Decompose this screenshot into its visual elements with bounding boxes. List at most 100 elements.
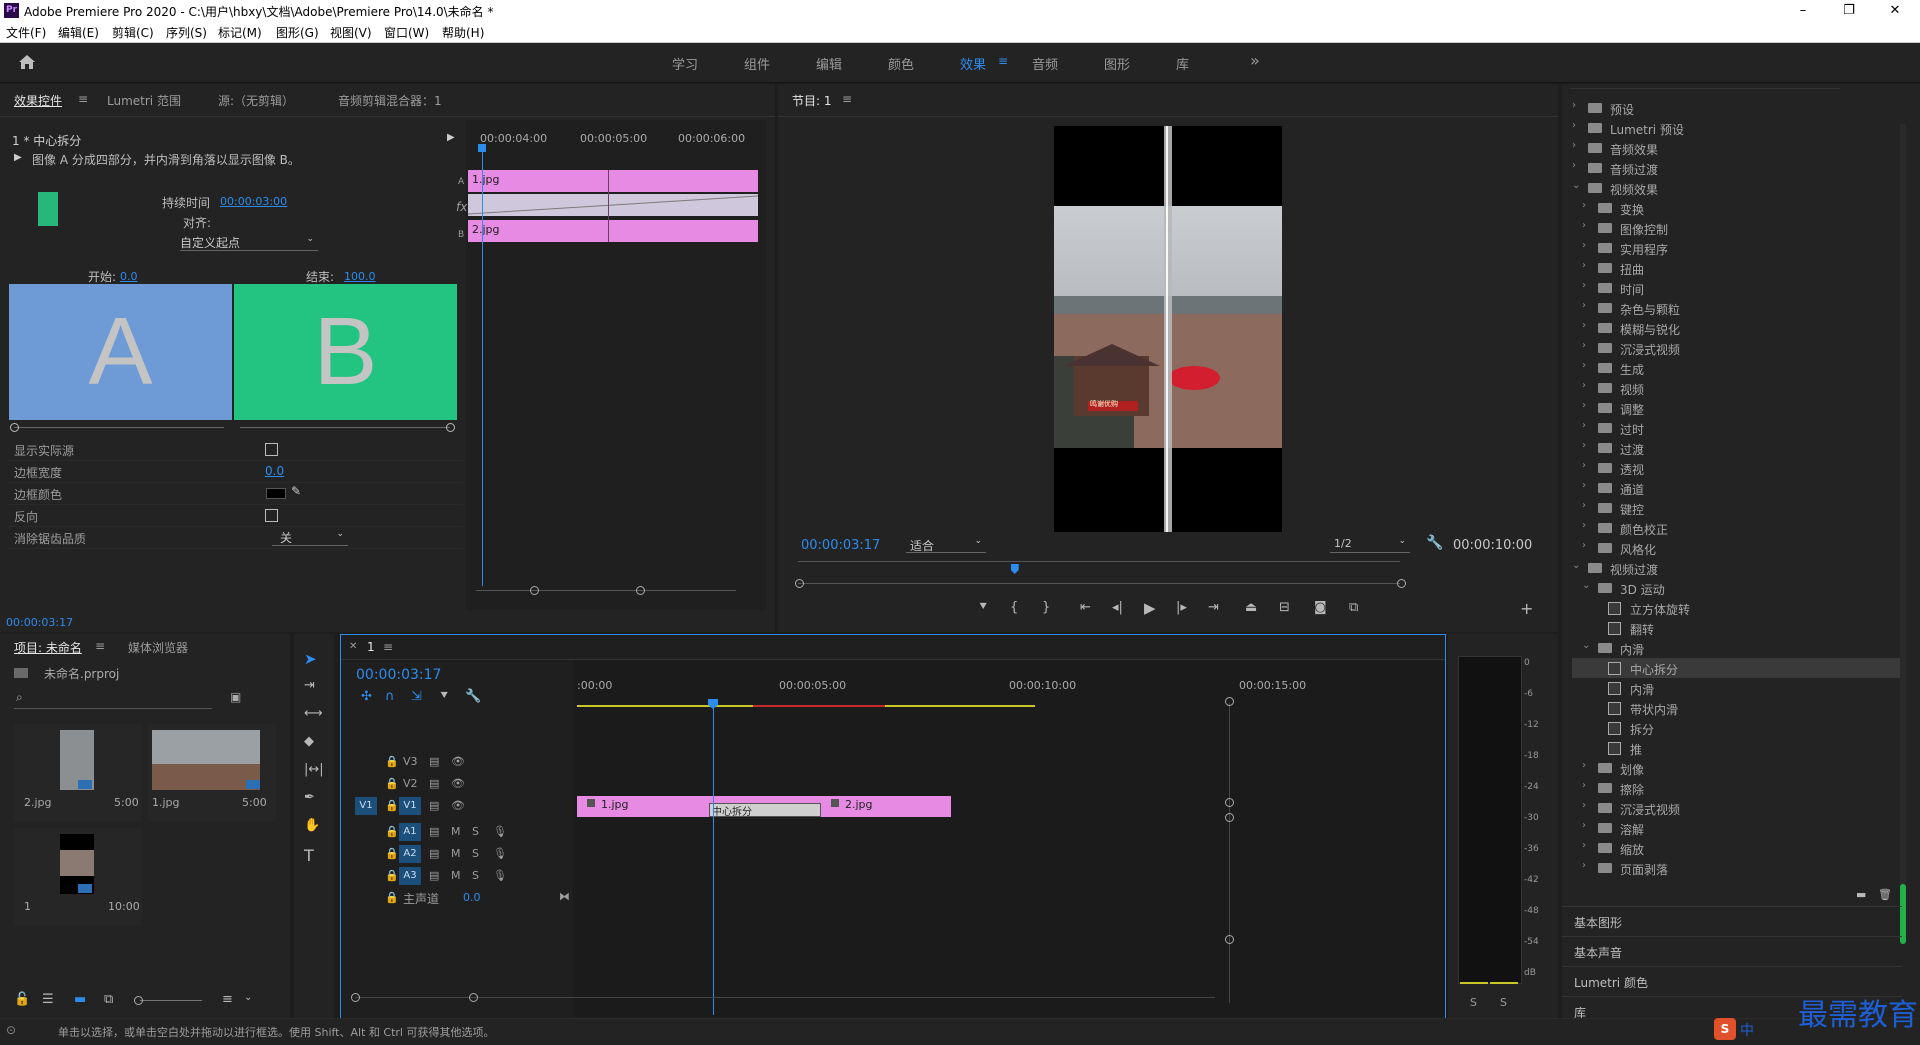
sync-lock-icon[interactable]: ▤ [429, 869, 439, 882]
menu-help[interactable]: 帮助(H) [442, 24, 484, 41]
effects-tree-item[interactable]: › 过时 [1572, 418, 1902, 438]
chevron-right-icon[interactable]: › [1582, 780, 1586, 791]
effects-tree-item[interactable]: › 溶解 [1572, 818, 1902, 838]
timeline-settings-icon[interactable]: 🔧 [465, 689, 481, 704]
lock-icon[interactable]: 🔒 [385, 869, 399, 882]
timeline-menu-icon[interactable]: ≡ [383, 640, 393, 654]
razor-tool-icon[interactable]: ◆ [304, 734, 314, 749]
go-to-out-icon[interactable]: ⇥ [1208, 600, 1219, 615]
tab-media-browser[interactable]: 媒体浏览器 [128, 639, 188, 656]
mini-playhead[interactable] [482, 146, 483, 586]
chevron-right-icon[interactable]: › [1582, 400, 1586, 411]
track-select-tool-icon[interactable]: ⇥ [304, 678, 315, 693]
section-essential-graphics[interactable]: 基本图形 [1562, 906, 1902, 937]
program-scrub-bar[interactable] [798, 561, 1400, 562]
marker-icon[interactable]: ⯆ [978, 600, 988, 615]
workspace-learn[interactable]: 学习 [672, 54, 698, 73]
zoom-handle-left[interactable] [795, 579, 804, 588]
chevron-right-icon[interactable]: › [1582, 460, 1586, 471]
step-back-icon[interactable]: ◂| [1112, 600, 1123, 615]
tab-menu-icon[interactable]: ≡ [78, 92, 88, 106]
workspace-effects[interactable]: 效果 [960, 54, 986, 73]
clip-b[interactable]: 2.jpg [468, 220, 758, 242]
type-tool-icon[interactable]: T [304, 846, 314, 865]
program-menu-icon[interactable]: ≡ [842, 92, 852, 106]
lock-icon[interactable]: 🔒 [385, 777, 399, 790]
scroll-handle-left[interactable] [530, 586, 539, 595]
eye-icon[interactable]: 👁 [451, 799, 465, 812]
effects-tree-item[interactable]: › 缩放 [1572, 838, 1902, 858]
more-workspaces-icon[interactable]: » [1250, 51, 1260, 70]
tab-effect-controls[interactable]: 效果控件 [14, 92, 62, 109]
transition-thumbnail[interactable] [38, 192, 58, 226]
scroll-handle[interactable] [1225, 798, 1234, 807]
start-slider-handle[interactable] [10, 423, 19, 432]
effects-tree-item[interactable]: › 音频效果 [1572, 138, 1902, 158]
microphone-icon[interactable]: 🎙 [493, 869, 507, 882]
program-zoom-bar[interactable] [798, 583, 1400, 584]
end-slider-handle[interactable] [446, 423, 455, 432]
chevron-right-icon[interactable]: › [1582, 500, 1586, 511]
mute-button[interactable]: M [451, 869, 461, 882]
ripple-edit-tool-icon[interactable]: ⟷ [304, 706, 323, 721]
chevron-down-icon[interactable]: ⌄ [1582, 580, 1590, 591]
menu-edit[interactable]: 编辑(E) [58, 24, 99, 41]
chevron-right-icon[interactable]: › [1572, 120, 1576, 131]
chevron-right-icon[interactable]: › [1582, 440, 1586, 451]
effects-tree-item[interactable]: 立方体旋转 [1572, 598, 1902, 618]
effects-tree-item[interactable]: › 风格化 [1572, 538, 1902, 558]
lock-icon[interactable]: 🔒 [385, 891, 399, 904]
effects-tree-item[interactable]: › 音频过渡 [1572, 158, 1902, 178]
tab-project[interactable]: 项目: 未命名 [14, 639, 82, 656]
chevron-right-icon[interactable]: › [1572, 100, 1576, 111]
program-playhead[interactable] [1010, 564, 1019, 574]
border-color-swatch[interactable] [266, 488, 286, 499]
step-forward-icon[interactable]: |▸ [1176, 600, 1187, 615]
effects-tree-item[interactable]: › 调整 [1572, 398, 1902, 418]
sogou-ime-icon[interactable]: S [1714, 1018, 1736, 1040]
scroll-handle[interactable] [469, 993, 478, 1002]
play-transition-icon[interactable]: ▶ [14, 152, 22, 163]
mute-button[interactable]: M [451, 847, 461, 860]
effects-tree-item[interactable]: › 生成 [1572, 358, 1902, 378]
mini-scrollbar[interactable] [476, 590, 736, 591]
microphone-icon[interactable]: 🎙 [493, 847, 507, 860]
timeline-transition[interactable]: 中心拆分 [709, 803, 821, 818]
effects-tree-item[interactable]: › 页面剥落 [1572, 858, 1902, 878]
tab-lumetri-scopes[interactable]: Lumetri 范围 [107, 92, 181, 109]
effects-tree-item[interactable]: ⌄ 内滑 [1572, 638, 1902, 658]
extract-icon[interactable]: ⊟ [1279, 600, 1290, 615]
project-menu-icon[interactable]: ≡ [95, 639, 105, 653]
show-actual-source-checkbox[interactable] [265, 443, 278, 456]
solo-button[interactable]: S [472, 825, 479, 838]
lock-icon[interactable]: 🔓 [14, 992, 30, 1007]
workspace-editing[interactable]: 编辑 [816, 54, 842, 73]
clip-a[interactable]: 1.jpg [468, 170, 758, 192]
chevron-right-icon[interactable]: › [1582, 200, 1586, 211]
effects-tree-item[interactable]: 推 [1572, 738, 1902, 758]
chevron-right-icon[interactable]: › [1582, 340, 1586, 351]
wrench-icon[interactable]: 🔧 [1426, 535, 1443, 551]
effects-tree-item[interactable]: › 通道 [1572, 478, 1902, 498]
chevron-right-icon[interactable]: › [1582, 420, 1586, 431]
eyedropper-icon[interactable]: ✎ [291, 484, 301, 498]
chevron-right-icon[interactable]: › [1582, 280, 1586, 291]
chevron-right-icon[interactable]: › [1572, 140, 1576, 151]
selection-tool-icon[interactable]: ➤ [304, 650, 317, 668]
microphone-icon[interactable]: 🎙 [493, 825, 507, 838]
solo-button[interactable]: S [1500, 996, 1507, 1009]
effects-tree-item[interactable]: › 预设 [1572, 98, 1902, 118]
scroll-handle[interactable] [1225, 697, 1234, 706]
zoom-slider[interactable] [140, 1000, 202, 1001]
program-title[interactable]: 节目: 1 [792, 92, 832, 109]
source-patch-v1[interactable]: V1 [355, 797, 377, 815]
effects-tree-item[interactable]: 拆分 [1572, 718, 1902, 738]
project-item[interactable]: 1.jpg 5:00 [148, 724, 276, 822]
effects-tree-item[interactable]: › 透视 [1572, 458, 1902, 478]
pen-tool-icon[interactable]: ✒ [304, 790, 315, 805]
project-item[interactable]: 2.jpg 5:00 [14, 724, 142, 822]
new-bin-folder-icon[interactable]: ▣ [230, 690, 241, 704]
effects-tree-item[interactable]: 翻转 [1572, 618, 1902, 638]
vertical-scrollbar[interactable] [1229, 703, 1230, 1003]
ime-mode[interactable]: 中 [1740, 1020, 1754, 1040]
